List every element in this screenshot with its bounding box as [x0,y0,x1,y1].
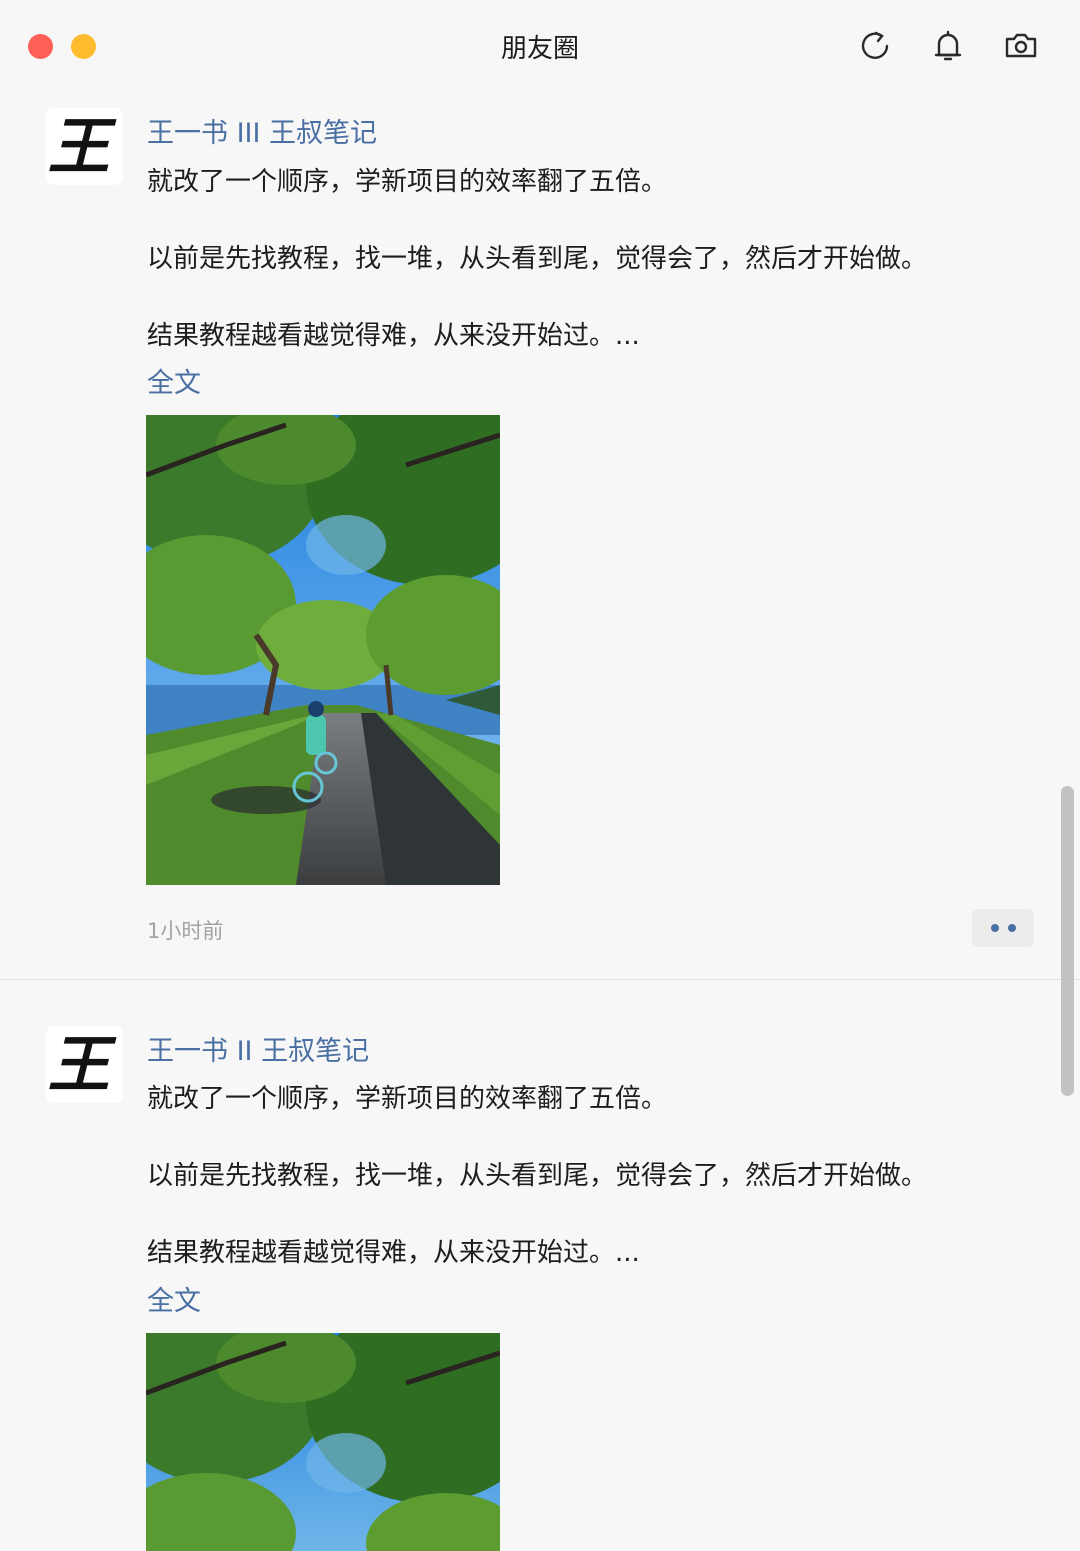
bell-icon[interactable] [928,26,968,66]
avatar[interactable]: 王 [46,108,123,185]
more-dot [1007,924,1016,932]
avatar[interactable]: 王 [46,1026,123,1103]
refresh-icon[interactable] [855,26,895,66]
camera-icon[interactable] [1001,26,1041,66]
post-time: 1小时前 [147,919,224,943]
more-button[interactable] [972,909,1034,947]
more-dot [990,924,999,932]
author-name[interactable]: 王一书 II 王叔笔记 [147,1029,369,1068]
post-paragraph: 就改了一个顺序，学新项目的效率翻了五倍。 [147,167,668,197]
post-photo[interactable] [146,415,500,885]
post-paragraph: 结果教程越看越觉得难，从来没开始过。... [147,321,640,351]
author-name[interactable]: 王一书 III 王叔笔记 [147,111,377,150]
post-paragraph: 以前是先找教程，找一堆，从头看到尾，觉得会了，然后才开始做。 [147,244,928,274]
post-paragraph: 就改了一个顺序，学新项目的效率翻了五倍。 [147,1084,668,1114]
moments-window: 朋友圈 王 王一书 III 王叔笔记 就改了一个顺序，学新项目的效率翻了五倍。 … [0,0,1080,1551]
scrollbar[interactable] [1061,786,1074,1096]
post-photo[interactable] [146,1333,500,1551]
avatar-glyph: 王 [46,109,123,183]
window-title: 朋友圈 [500,34,579,64]
post-paragraph: 以前是先找教程，找一堆，从头看到尾，觉得会了，然后才开始做。 [147,1161,928,1191]
avatar-glyph: 王 [46,1027,123,1101]
title-bar: 朋友圈 [0,0,1080,93]
moment-post: 王 王一书 III 王叔笔记 就改了一个顺序，学新项目的效率翻了五倍。 以前是先… [0,93,1080,980]
post-paragraph: 结果教程越看越觉得难，从来没开始过。... [147,1238,640,1268]
full-text-link[interactable]: 全文 [147,1279,201,1318]
moment-post: 王 王一书 II 王叔笔记 就改了一个顺序，学新项目的效率翻了五倍。 以前是先找… [0,980,1080,1551]
full-text-link[interactable]: 全文 [147,361,201,400]
